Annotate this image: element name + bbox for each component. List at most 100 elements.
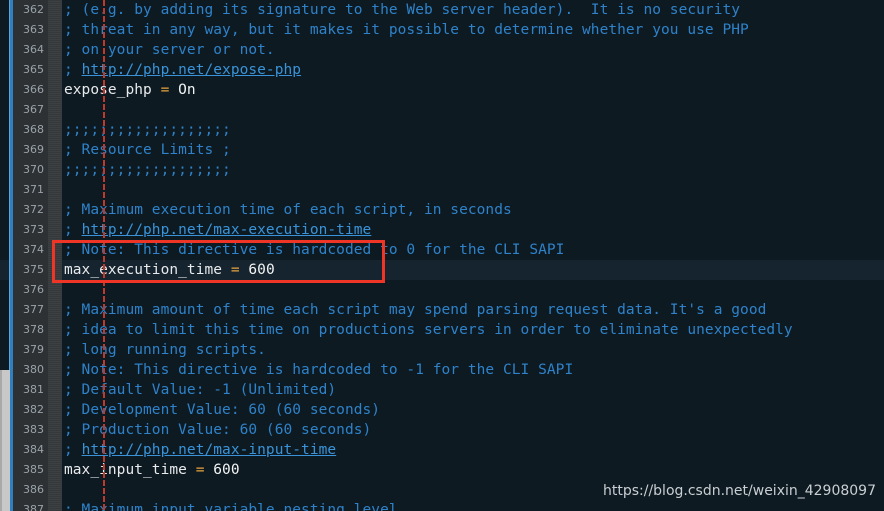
code-line-content: ; Resource Limits ; <box>62 140 231 160</box>
code-token-comment: ; on your server or not. <box>64 42 275 58</box>
code-line-current[interactable]: max_execution_time = 600 <box>62 260 884 280</box>
code-line[interactable]: ; Default Value: -1 (Unlimited) <box>62 380 884 400</box>
line-number: 362 <box>23 3 44 16</box>
line-number: 368 <box>23 123 44 136</box>
code-token-comment: ; <box>64 62 82 78</box>
code-token-link[interactable]: http://php.net/expose-php <box>82 62 302 78</box>
code-line-content: ; http://php.net/max-execution-time <box>62 220 371 240</box>
code-line[interactable] <box>62 180 884 200</box>
line-number: 365 <box>23 63 44 76</box>
code-line[interactable]: ; Maximum execution time of each script,… <box>62 200 884 220</box>
code-line[interactable]: ; (e.g. by adding its signature to the W… <box>62 0 884 20</box>
line-number: 370 <box>23 163 44 176</box>
code-line-content: expose_php = On <box>62 80 196 100</box>
line-number: 376 <box>23 283 44 296</box>
code-token-op: = <box>230 262 240 278</box>
code-line-content: ; idea to limit this time on productions… <box>62 320 793 340</box>
code-line-content: ; on your server or not. <box>62 40 275 60</box>
code-token-ident: max_input_time <box>64 462 196 478</box>
line-number: 374 <box>23 243 44 256</box>
code-line-content: ; (e.g. by adding its signature to the W… <box>62 0 740 20</box>
code-line-content: max_input_time = 600 <box>62 460 240 480</box>
code-line[interactable]: ;;;;;;;;;;;;;;;;;;; <box>62 160 884 180</box>
code-token-comment: ; Production Value: 60 (60 seconds) <box>64 422 372 438</box>
code-token-comment: ; <box>64 442 82 458</box>
line-number-gutter[interactable]: 362 363 364 365 366 367 368 369 370 371 372 373 374 3… <box>13 0 48 511</box>
code-token-comment: ; long running scripts. <box>64 342 266 358</box>
line-number: 373 <box>23 223 44 236</box>
code-token-comment: ;;;;;;;;;;;;;;;;;;; <box>64 162 231 178</box>
line-number: 364 <box>23 43 44 56</box>
code-token-comment: ; idea to limit this time on productions… <box>64 322 793 338</box>
code-line-content: ; http://php.net/expose-php <box>62 60 301 80</box>
code-line-content: ; Note: This directive is hardcoded to 0… <box>62 240 564 260</box>
line-number: 371 <box>23 183 44 196</box>
code-line-content: ; threat in any way, but it makes it pos… <box>62 20 749 40</box>
code-line[interactable]: ; http://php.net/max-execution-time <box>62 220 884 240</box>
code-token-comment: ; threat in any way, but it makes it pos… <box>64 22 749 38</box>
code-token-comment: ; Maximum execution time of each script,… <box>64 202 512 218</box>
modified-lines-strip[interactable] <box>48 0 105 511</box>
code-line-content: ;;;;;;;;;;;;;;;;;;; <box>62 120 231 140</box>
line-number: 367 <box>23 103 44 116</box>
code-line[interactable]: ;;;;;;;;;;;;;;;;;;; <box>62 120 884 140</box>
code-token-comment: ; (e.g. by adding its signature to the W… <box>64 2 741 18</box>
code-line-content: ; Development Value: 60 (60 seconds) <box>62 400 380 420</box>
code-token-link[interactable]: http://php.net/max-execution-time <box>82 222 372 238</box>
code-line-content: ;;;;;;;;;;;;;;;;;;; <box>62 160 231 180</box>
code-line[interactable]: ; on your server or not. <box>62 40 884 60</box>
line-number: 382 <box>23 403 44 416</box>
code-line[interactable] <box>62 100 884 120</box>
code-token-ident: max_execution_time <box>64 262 231 278</box>
left-side-panel-edge <box>0 370 2 511</box>
code-line[interactable]: ; Note: This directive is hardcoded to 0… <box>62 240 884 260</box>
line-number: 372 <box>23 203 44 216</box>
modified-marker-icon <box>103 0 105 511</box>
code-token-value: On <box>169 82 196 98</box>
code-line[interactable]: ; threat in any way, but it makes it pos… <box>62 20 884 40</box>
watermark-url: https://blog.csdn.net/weixin_42908097 <box>602 483 876 499</box>
code-text-area[interactable]: ; (e.g. by adding its signature to the W… <box>62 0 884 511</box>
code-line[interactable]: ; long running scripts. <box>62 340 884 360</box>
code-line[interactable]: ; http://php.net/expose-php <box>62 60 884 80</box>
code-line-content: ; Maximum input variable nesting level <box>62 500 398 511</box>
code-line[interactable] <box>62 280 884 300</box>
line-number: 387 <box>23 503 44 511</box>
code-line-content: ; Maximum amount of time each script may… <box>62 300 766 320</box>
line-number: 386 <box>23 483 44 496</box>
line-number: 383 <box>23 423 44 436</box>
line-number: 369 <box>23 143 44 156</box>
line-number: 380 <box>23 363 44 376</box>
code-token-comment: ; Maximum input variable nesting level <box>64 502 398 511</box>
code-line[interactable]: expose_php = On <box>62 80 884 100</box>
code-line[interactable]: ; Maximum input variable nesting level <box>62 500 884 511</box>
code-token-ident: expose_php <box>64 82 161 98</box>
line-number: 385 <box>23 463 44 476</box>
code-token-comment: ; Resource Limits ; <box>64 142 231 158</box>
line-number: 384 <box>23 443 44 456</box>
code-line[interactable]: ; Note: This directive is hardcoded to -… <box>62 360 884 380</box>
line-number: 375 <box>23 263 44 276</box>
code-line[interactable]: ; Development Value: 60 (60 seconds) <box>62 400 884 420</box>
line-number: 379 <box>23 343 44 356</box>
code-line[interactable]: ; Production Value: 60 (60 seconds) <box>62 420 884 440</box>
code-line[interactable]: ; http://php.net/max-input-time <box>62 440 884 460</box>
code-token-comment: ; Maximum amount of time each script may… <box>64 302 767 318</box>
code-line[interactable]: ; Maximum amount of time each script may… <box>62 300 884 320</box>
code-token-link[interactable]: http://php.net/max-input-time <box>82 442 337 458</box>
code-line[interactable]: ; idea to limit this time on productions… <box>62 320 884 340</box>
code-token-comment: ;;;;;;;;;;;;;;;;;;; <box>64 122 231 138</box>
code-token-value: 600 <box>204 462 240 478</box>
line-number: 377 <box>23 303 44 316</box>
code-token-value: 600 <box>239 262 275 278</box>
code-line-content: ; Maximum execution time of each script,… <box>62 200 512 220</box>
code-line[interactable]: max_input_time = 600 <box>62 460 884 480</box>
code-token-comment: ; Note: This directive is hardcoded to 0… <box>64 242 565 258</box>
code-token-comment: ; <box>64 222 82 238</box>
code-editor-window: ; (e.g. by adding its signature to the W… <box>0 0 884 511</box>
code-line-content: max_execution_time = 600 <box>62 260 275 280</box>
code-line[interactable]: ; Resource Limits ; <box>62 140 884 160</box>
line-number: 366 <box>23 83 44 96</box>
code-line-content: ; Note: This directive is hardcoded to -… <box>62 360 573 380</box>
left-accent-rail <box>10 0 13 511</box>
